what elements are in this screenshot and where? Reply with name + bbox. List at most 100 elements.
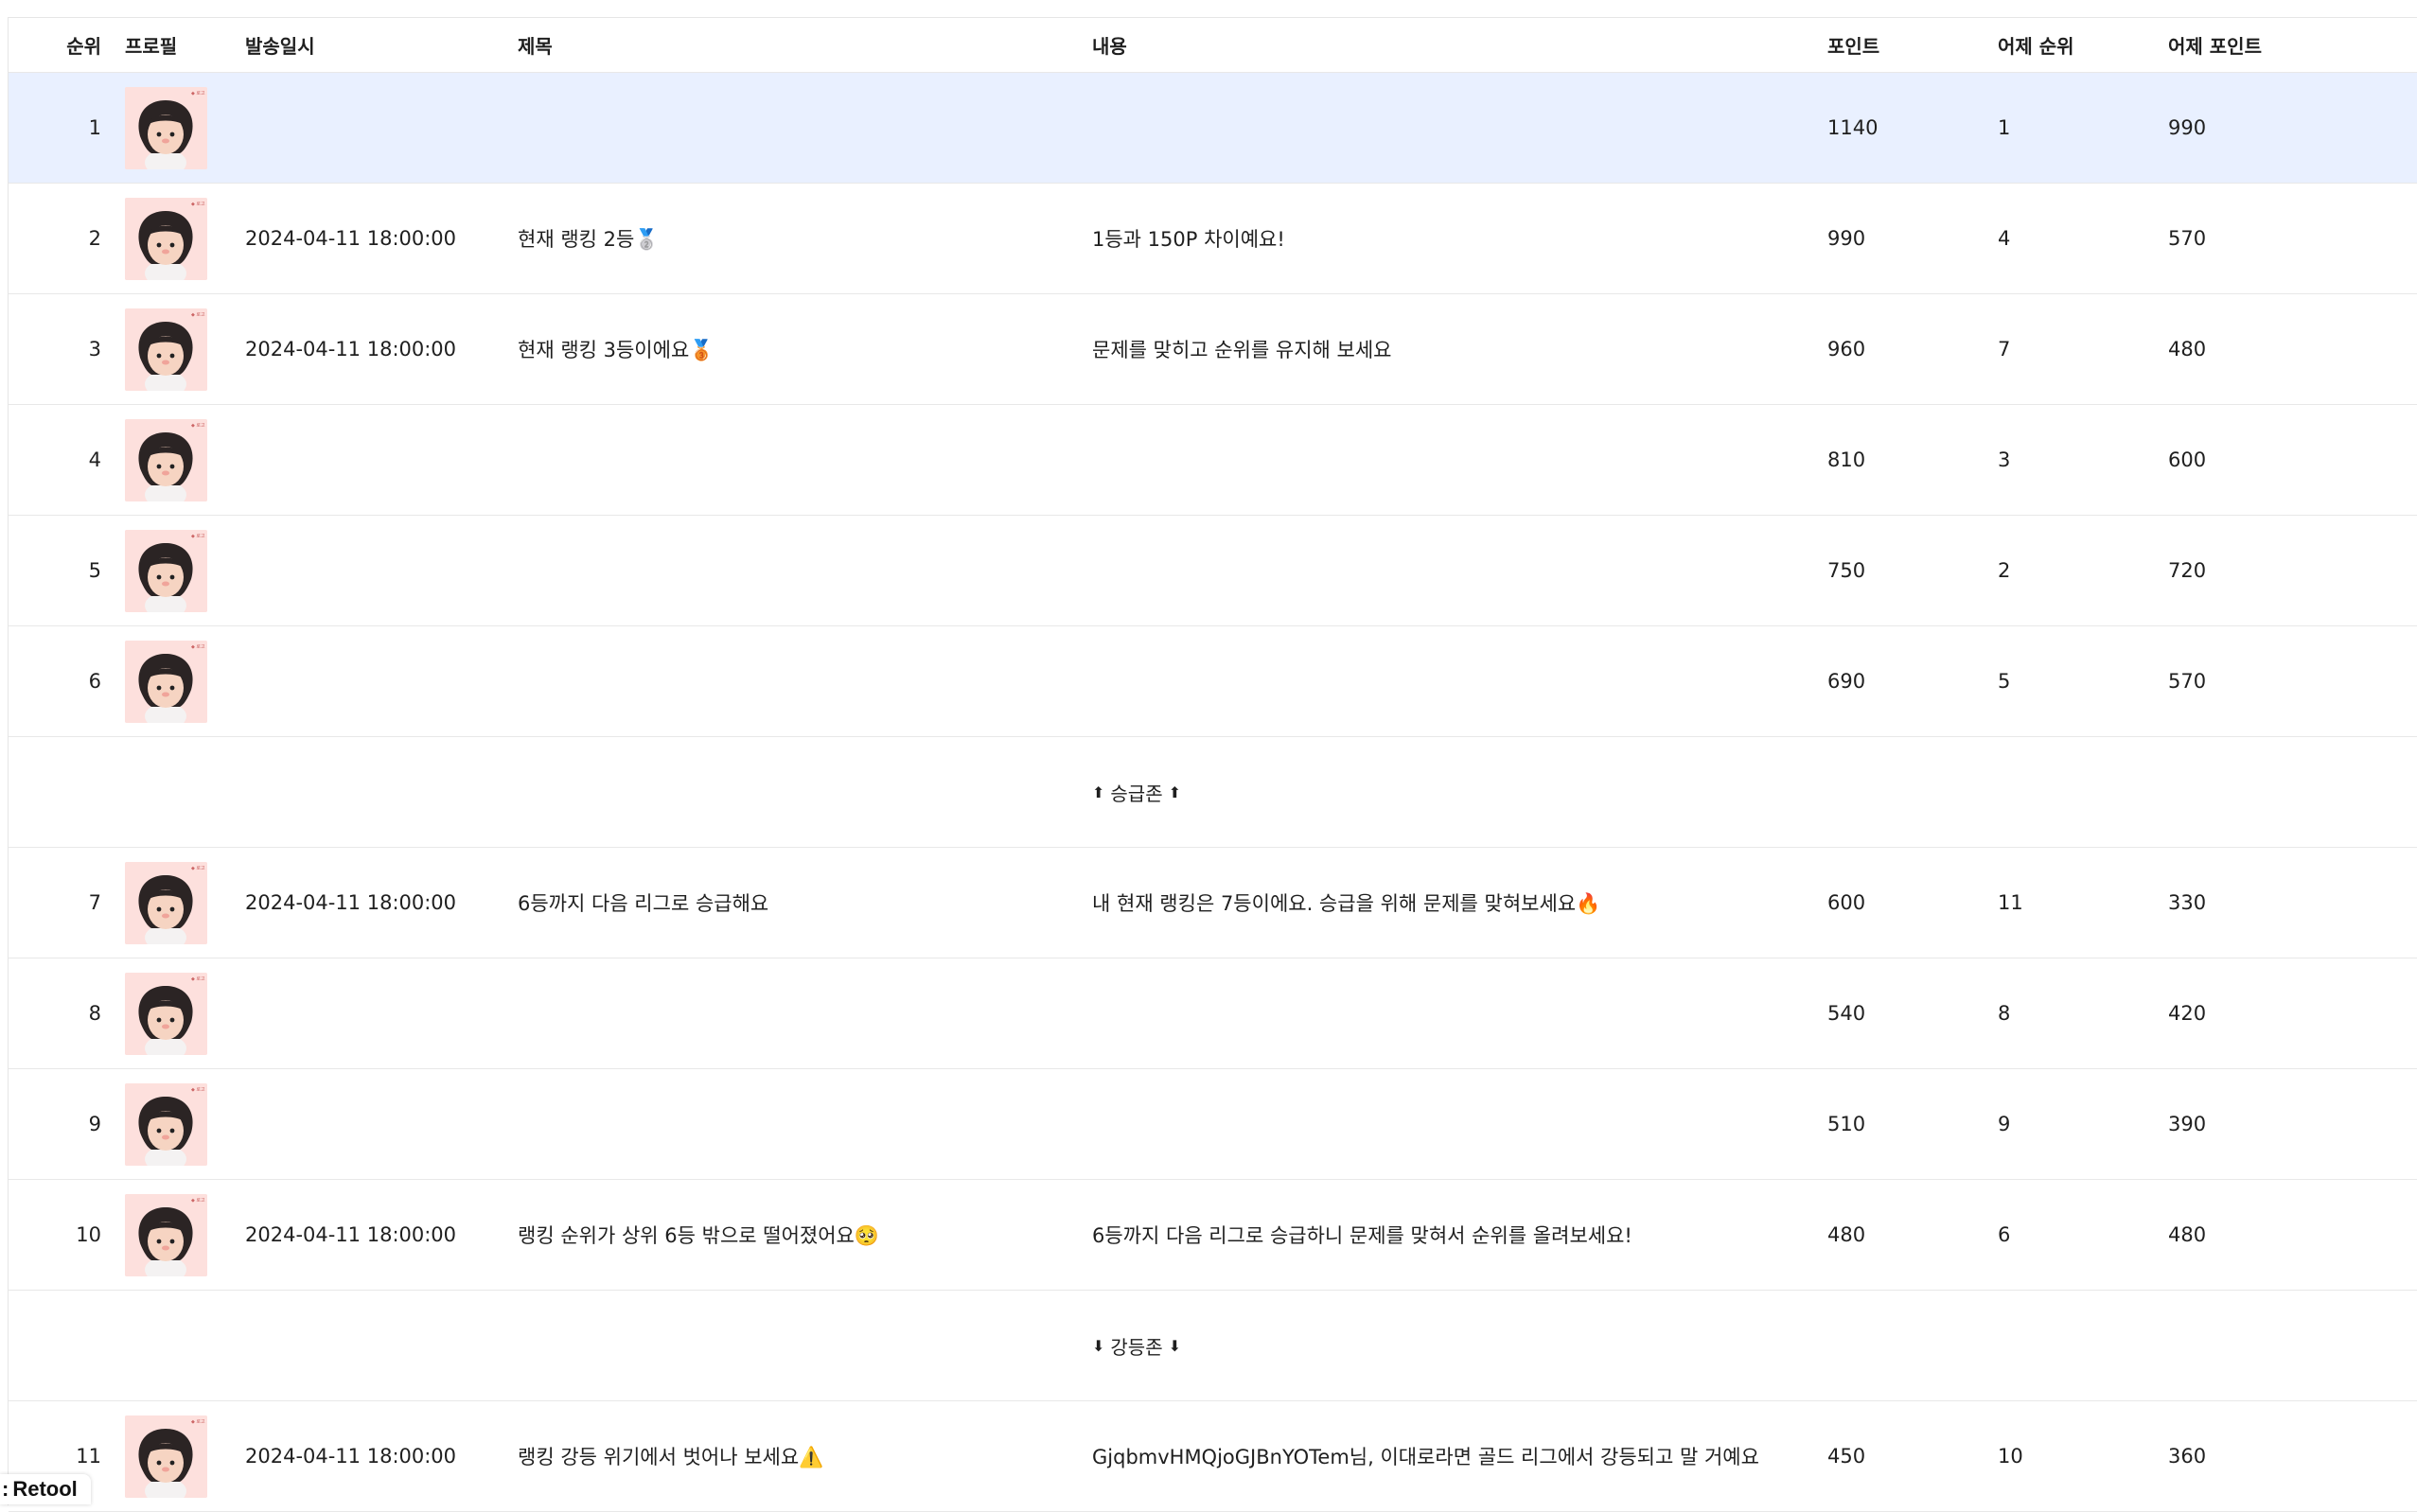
- title-cell: 랭킹 순위가 상위 6등 밖으로 떨어졌어요🥺: [518, 1224, 880, 1247]
- yesterday-rank-cell: 11: [1998, 891, 2023, 914]
- profile-cell: ◆ 로고: [125, 848, 207, 958]
- table-row[interactable]: 4 ◆ 로고 810 3 600: [9, 405, 2417, 516]
- table-row[interactable]: 6 ◆ 로고 690 5 570: [9, 626, 2417, 737]
- sent-at-cell: 2024-04-11 18:00:00: [245, 1445, 457, 1468]
- yesterday-rank-cell: 9: [1998, 1113, 2011, 1135]
- profile-cell: ◆ 로고: [125, 73, 207, 183]
- yesterday-points-cell: 720: [2168, 559, 2207, 582]
- content-cell: 내 현재 랭킹은 7등이에요. 승급을 위해 문제를 맞혀보세요🔥: [1092, 892, 1601, 915]
- profile-cell: ◆ 로고: [125, 405, 207, 515]
- svg-text:◆ 로고: ◆ 로고: [191, 866, 205, 871]
- yesterday-rank-cell: 7: [1998, 338, 2011, 360]
- points-cell: 480: [1827, 1223, 1866, 1246]
- profile-cell: ◆ 로고: [125, 294, 207, 404]
- yesterday-points-cell: 990: [2168, 116, 2207, 139]
- profile-cell: ◆ 로고: [125, 184, 207, 293]
- avatar: ◆ 로고: [125, 86, 207, 169]
- header-content[interactable]: 내용: [1092, 18, 1127, 72]
- svg-text:◆ 로고: ◆ 로고: [191, 423, 205, 429]
- yesterday-rank-cell: 1: [1998, 116, 2011, 139]
- yesterday-rank-cell: 2: [1998, 559, 2011, 582]
- yesterday-rank-cell: 10: [1998, 1445, 2023, 1468]
- header-title[interactable]: 제목: [518, 18, 553, 72]
- retool-logo-icon: :: [2, 1477, 9, 1501]
- retool-badge-label: Retool: [12, 1477, 78, 1501]
- avatar: ◆ 로고: [125, 640, 207, 723]
- rank-cell: 3: [88, 338, 101, 360]
- rank-cell: 4: [88, 448, 101, 471]
- header-yesterday-rank[interactable]: 어제 순위: [1998, 18, 2074, 72]
- ranking-table: 순위 프로필 발송일시 제목 내용 포인트 어제 순위 어제 포인트 1 ◆ 로고…: [8, 17, 2417, 1512]
- table-row[interactable]: 3 ◆ 로고 2024-04-11 18:00:00 현재 랭킹 3등이에요🥉 문제를 …: [9, 294, 2417, 405]
- relegation-zone-row: ⬇ 강등존 ⬇: [9, 1291, 2417, 1401]
- sent-at-cell: 2024-04-11 18:00:00: [245, 227, 457, 250]
- avatar: ◆ 로고: [125, 308, 207, 391]
- yesterday-points-cell: 360: [2168, 1445, 2207, 1468]
- rank-cell: 1: [88, 116, 101, 139]
- profile-cell: ◆ 로고: [125, 1069, 207, 1179]
- table-row[interactable]: 1 ◆ 로고 1140 1 990: [9, 73, 2417, 184]
- rank-cell: 2: [88, 227, 101, 250]
- svg-text:◆ 로고: ◆ 로고: [191, 534, 205, 539]
- svg-text:◆ 로고: ◆ 로고: [191, 312, 205, 318]
- yesterday-points-cell: 330: [2168, 891, 2207, 914]
- header-points[interactable]: 포인트: [1827, 18, 1879, 72]
- points-cell: 540: [1827, 1002, 1866, 1025]
- yesterday-points-cell: 570: [2168, 670, 2207, 693]
- retool-badge[interactable]: : Retool: [0, 1474, 91, 1504]
- points-cell: 810: [1827, 448, 1866, 471]
- promotion-zone-row-label: ⬆ 승급존 ⬆: [1092, 737, 1181, 847]
- yesterday-rank-cell: 8: [1998, 1002, 2011, 1025]
- rank-cell: 6: [88, 670, 101, 693]
- content-cell: GjqbmvHMQjoGJBnYOTem님, 이대로라면 골드 리그에서 강등되…: [1092, 1446, 1759, 1468]
- profile-cell: ◆ 로고: [125, 516, 207, 625]
- avatar: ◆ 로고: [125, 1082, 207, 1166]
- yesterday-rank-cell: 3: [1998, 448, 2011, 471]
- yesterday-rank-cell: 6: [1998, 1223, 2011, 1246]
- svg-text:◆ 로고: ◆ 로고: [191, 1087, 205, 1093]
- yesterday-rank-cell: 4: [1998, 227, 2011, 250]
- relegation-zone-row-label: ⬇ 강등존 ⬇: [1092, 1291, 1181, 1400]
- points-cell: 1140: [1827, 116, 1879, 139]
- sent-at-cell: 2024-04-11 18:00:00: [245, 338, 457, 360]
- table-row[interactable]: 7 ◆ 로고 2024-04-11 18:00:00 6등까지 다음 리그로 승급해요…: [9, 848, 2417, 958]
- header-profile[interactable]: 프로필: [125, 18, 177, 72]
- table-row[interactable]: 10 ◆ 로고 2024-04-11 18:00:00 랭킹 순위가 상위 6등 밖으…: [9, 1180, 2417, 1291]
- header-yesterday-points[interactable]: 어제 포인트: [2168, 18, 2262, 72]
- profile-cell: ◆ 로고: [125, 1180, 207, 1290]
- avatar: ◆ 로고: [125, 861, 207, 944]
- content-cell: 6등까지 다음 리그로 승급하니 문제를 맞혀서 순위를 올려보세요!: [1092, 1224, 1632, 1247]
- sent-at-cell: 2024-04-11 18:00:00: [245, 891, 457, 914]
- yesterday-points-cell: 600: [2168, 448, 2207, 471]
- promotion-zone-row: ⬆ 승급존 ⬆: [9, 737, 2417, 848]
- avatar: ◆ 로고: [125, 1193, 207, 1276]
- points-cell: 690: [1827, 670, 1866, 693]
- table-row[interactable]: 11 ◆ 로고 2024-04-11 18:00:00 랭킹 강등 위기에서 벗어나 …: [9, 1401, 2417, 1512]
- header-sent-at[interactable]: 발송일시: [245, 18, 315, 72]
- points-cell: 960: [1827, 338, 1866, 360]
- yesterday-points-cell: 420: [2168, 1002, 2207, 1025]
- profile-cell: ◆ 로고: [125, 958, 207, 1068]
- table-row[interactable]: 9 ◆ 로고 510 9 390: [9, 1069, 2417, 1180]
- table-row[interactable]: 2 ◆ 로고 2024-04-11 18:00:00 현재 랭킹 2등🥈 1등과 150…: [9, 184, 2417, 294]
- title-cell: 랭킹 강등 위기에서 벗어나 보세요⚠️: [518, 1446, 824, 1468]
- zone-text: 강등존: [1110, 1335, 1163, 1359]
- table-row[interactable]: 5 ◆ 로고 750 2 720: [9, 516, 2417, 626]
- title-cell: 현재 랭킹 3등이에요🥉: [518, 339, 715, 361]
- svg-text:◆ 로고: ◆ 로고: [191, 1198, 205, 1204]
- svg-text:◆ 로고: ◆ 로고: [191, 644, 205, 650]
- rank-cell: 5: [88, 559, 101, 582]
- header-rank[interactable]: 순위: [9, 18, 101, 72]
- svg-text:◆ 로고: ◆ 로고: [191, 91, 205, 97]
- yesterday-points-cell: 570: [2168, 227, 2207, 250]
- arrow-up-icon: ⬆: [1168, 782, 1182, 801]
- table-header: 순위 프로필 발송일시 제목 내용 포인트 어제 순위 어제 포인트: [9, 18, 2417, 73]
- avatar: ◆ 로고: [125, 197, 207, 280]
- sent-at-cell: 2024-04-11 18:00:00: [245, 1223, 457, 1246]
- rank-cell: 8: [88, 1002, 101, 1025]
- profile-cell: ◆ 로고: [125, 1401, 207, 1511]
- yesterday-points-cell: 390: [2168, 1113, 2207, 1135]
- table-row[interactable]: 8 ◆ 로고 540 8 420: [9, 958, 2417, 1069]
- avatar: ◆ 로고: [125, 1415, 207, 1498]
- avatar: ◆ 로고: [125, 418, 207, 501]
